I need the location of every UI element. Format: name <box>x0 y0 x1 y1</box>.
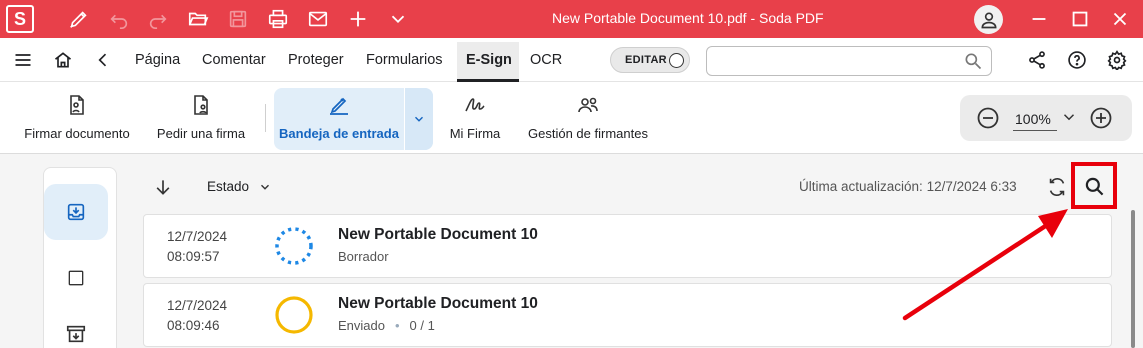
request-signature-label: Pedir una firma <box>156 126 246 141</box>
my-signature-label: Mi Firma <box>449 126 501 141</box>
inbox-button[interactable]: Bandeja de entrada <box>274 82 404 154</box>
e-sign-ribbon: Firmar documento Pedir una firma Bandeja… <box>0 82 1143 154</box>
document-time: 08:09:46 <box>167 318 220 333</box>
grid-view-button[interactable] <box>44 250 108 306</box>
signature-icon <box>462 92 488 118</box>
refresh-icon[interactable] <box>1046 176 1068 198</box>
request-signature-icon <box>188 92 214 118</box>
document-status: Borrador <box>338 249 389 264</box>
inbox-content: Estado Última actualización: 12/7/2024 6… <box>0 155 1143 348</box>
document-datetime: 12/7/2024 08:09:46 <box>167 296 227 336</box>
inbox-label: Bandeja de entrada <box>279 126 399 141</box>
annotation-highlight-box <box>1071 162 1117 209</box>
plus-icon[interactable] <box>346 7 370 31</box>
tab-proteger[interactable]: Proteger <box>288 52 344 68</box>
user-icon[interactable] <box>974 5 1003 34</box>
print-icon[interactable] <box>266 7 290 31</box>
archive-icon <box>66 325 86 343</box>
draft-status-icon <box>275 227 313 265</box>
settings-gear-icon[interactable] <box>1106 49 1128 71</box>
logo-letter: S <box>13 8 26 29</box>
document-row[interactable]: 12/7/2024 08:09:46 New Portable Document… <box>143 283 1112 347</box>
last-update-label: Última actualización: <box>799 179 923 194</box>
separator-dot: • <box>394 318 400 333</box>
status-filter-label[interactable]: Estado <box>207 179 249 194</box>
save-icon[interactable] <box>226 7 250 31</box>
sign-document-icon <box>64 92 90 118</box>
help-icon[interactable] <box>1066 49 1088 71</box>
last-update-value: 12/7/2024 6:33 <box>926 179 1017 194</box>
document-title: New Portable Document 10 <box>338 295 538 312</box>
search-field[interactable] <box>706 46 992 76</box>
document-row[interactable]: 12/7/2024 08:09:57 New Portable Document… <box>143 214 1112 278</box>
signed-count: 0 <box>409 318 417 333</box>
redo-icon[interactable] <box>146 7 170 31</box>
inbox-pen-icon <box>326 92 352 118</box>
my-signature-button[interactable]: Mi Firma <box>446 82 504 154</box>
request-signature-button[interactable]: Pedir una firma <box>150 82 252 154</box>
menu-bar: Página Comentar Proteger Formularios E-S… <box>0 38 1143 82</box>
soda-pdf-logo[interactable]: S <box>6 5 34 33</box>
tab-formularios[interactable]: Formularios <box>366 52 443 68</box>
pen-icon[interactable] <box>67 7 91 31</box>
edit-toggle-label: EDITAR <box>625 54 667 66</box>
ribbon-divider <box>265 104 266 132</box>
document-time: 08:09:57 <box>167 249 220 264</box>
sign-document-button[interactable]: Firmar documento <box>18 82 136 154</box>
chevron-down-icon[interactable] <box>386 7 410 31</box>
tab-e-sign[interactable]: E-Sign <box>466 52 512 68</box>
manage-signers-label: Gestión de firmantes <box>528 126 648 141</box>
share-icon[interactable] <box>1026 49 1048 71</box>
archive-button[interactable] <box>44 306 108 348</box>
maximize-icon[interactable] <box>1068 7 1092 31</box>
inbox-dropdown-button[interactable] <box>404 88 433 150</box>
status-filter-chevron-icon[interactable] <box>258 180 272 194</box>
list-header: Estado Última actualización: 12/7/2024 6… <box>143 169 1113 205</box>
signers-total: 1 <box>427 318 435 333</box>
open-folder-icon[interactable] <box>186 7 210 31</box>
search-icon[interactable] <box>963 51 983 71</box>
document-status: Enviado <box>338 318 385 333</box>
inbox-side-panel <box>43 167 117 348</box>
manage-signers-button[interactable]: Gestión de firmantes <box>524 82 652 154</box>
last-update-text: Última actualización: 12/7/2024 6:33 <box>799 179 1017 194</box>
undo-icon[interactable] <box>107 7 131 31</box>
back-chevron-icon[interactable] <box>92 49 114 71</box>
title-bar: S New Portable Document 10.pdf - Soda PD… <box>0 0 1143 38</box>
zoom-dropdown-icon[interactable] <box>1060 108 1078 126</box>
zoom-control: 100% <box>960 95 1132 141</box>
tab-comentar[interactable]: Comentar <box>202 52 266 68</box>
sent-status-icon <box>275 296 313 334</box>
search-input[interactable] <box>715 47 955 75</box>
minimize-icon[interactable] <box>1027 7 1051 31</box>
tab-ocr[interactable]: OCR <box>530 52 562 68</box>
edit-toggle[interactable]: EDITAR <box>610 47 690 73</box>
close-icon[interactable] <box>1108 7 1132 31</box>
zoom-level[interactable]: 100% <box>1013 111 1057 131</box>
chevron-down-icon <box>415 116 423 122</box>
grid-icon <box>68 270 84 286</box>
document-datetime: 12/7/2024 08:09:57 <box>167 227 227 267</box>
document-title: New Portable Document 10 <box>338 226 538 243</box>
document-date: 12/7/2024 <box>167 298 228 313</box>
inbox-folder-button[interactable] <box>44 184 108 240</box>
home-icon[interactable] <box>52 49 74 71</box>
sign-document-label: Firmar documento <box>24 126 130 141</box>
hamburger-menu-icon[interactable] <box>12 49 34 71</box>
window-title: New Portable Document 10.pdf - Soda PDF <box>552 10 824 26</box>
document-status-line: Enviado • 0 / 1 <box>338 318 435 333</box>
vertical-scrollbar[interactable] <box>1131 210 1135 348</box>
tab-pagina[interactable]: Página <box>135 52 180 68</box>
document-date: 12/7/2024 <box>167 229 228 244</box>
zoom-out-icon[interactable] <box>976 106 1000 130</box>
zoom-in-icon[interactable] <box>1089 106 1113 130</box>
sort-arrow-down-icon[interactable] <box>153 177 173 197</box>
signers-icon <box>575 92 601 118</box>
toggle-knob <box>669 53 684 68</box>
inbox-tray-icon <box>67 203 85 221</box>
mail-icon[interactable] <box>306 7 330 31</box>
